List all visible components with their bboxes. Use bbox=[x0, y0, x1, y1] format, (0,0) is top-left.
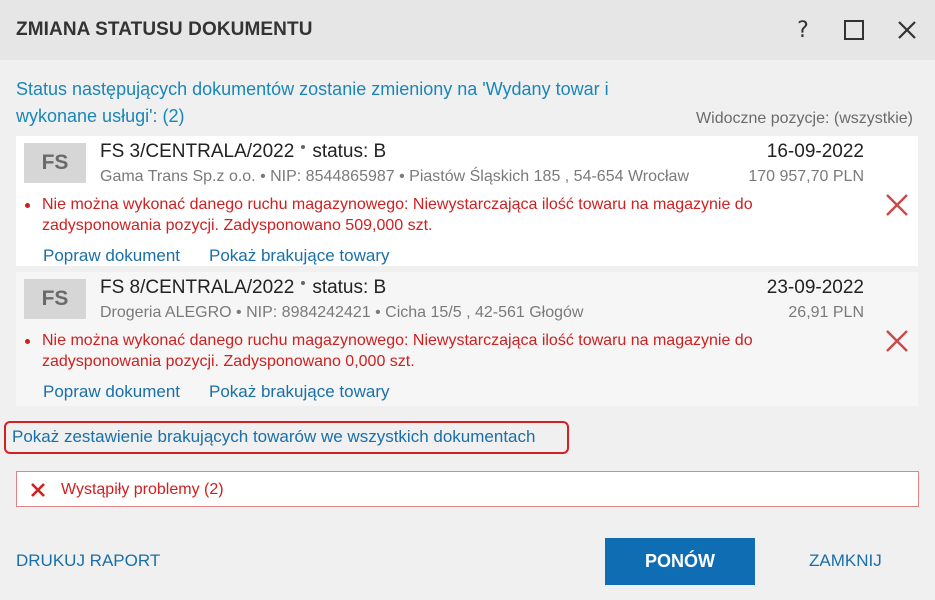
status-change-message: Status następujących dokumentów zostanie… bbox=[16, 79, 609, 126]
fix-document-link[interactable]: Popraw dokument bbox=[43, 246, 180, 266]
separator-dot bbox=[301, 280, 306, 285]
document-type-badge: FS bbox=[24, 143, 86, 183]
help-button[interactable]: ? bbox=[787, 14, 819, 46]
document-contractor-details: Drogeria ALEGRO • NIP: 8984242421 • Cich… bbox=[100, 304, 584, 321]
error-x-icon bbox=[886, 194, 908, 216]
document-status: status: B bbox=[312, 277, 387, 298]
problems-text: Wystąpiły problemy (2) bbox=[61, 481, 224, 498]
separator-dot bbox=[301, 144, 306, 149]
fix-document-link[interactable]: Popraw dokument bbox=[43, 382, 180, 402]
window-title: ZMIANA STATUSU DOKUMENTU bbox=[16, 19, 313, 40]
document-status: status: B bbox=[312, 141, 387, 162]
document-amount: 26,91 PLN bbox=[788, 304, 864, 321]
document-number: FS 8/CENTRALA/2022 bbox=[100, 277, 295, 298]
title-bar: ZMIANA STATUSU DOKUMENTU ? bbox=[0, 0, 935, 60]
document-contractor-details: Gama Trans Sp.z o.o. • NIP: 8544865987 •… bbox=[100, 168, 689, 185]
document-error-message: Nie można wykonać danego ruchu magazynow… bbox=[25, 194, 802, 236]
maximize-button[interactable] bbox=[838, 14, 870, 46]
error-x-icon bbox=[886, 330, 908, 352]
document-card: FS FS 8/CENTRALA/2022 status: B 23-09-202… bbox=[16, 272, 918, 406]
remove-document-button[interactable] bbox=[884, 192, 910, 218]
error-x-icon bbox=[31, 483, 45, 497]
close-window-button[interactable] bbox=[891, 14, 923, 46]
document-amount: 170 957,70 PLN bbox=[748, 168, 864, 185]
help-icon: ? bbox=[797, 17, 809, 43]
document-date: 16-09-2022 bbox=[766, 141, 864, 162]
document-date: 23-09-2022 bbox=[766, 277, 864, 298]
document-type-badge: FS bbox=[24, 279, 86, 319]
maximize-icon bbox=[844, 20, 864, 40]
remove-document-button[interactable] bbox=[884, 328, 910, 354]
visible-positions-label: Widoczne pozycje: (wszystkie) bbox=[696, 110, 913, 127]
document-title: FS 3/CENTRALA/2022 status: B bbox=[100, 141, 386, 163]
close-icon bbox=[898, 21, 916, 39]
document-number: FS 3/CENTRALA/2022 bbox=[100, 141, 295, 162]
retry-button[interactable]: PONÓW bbox=[605, 538, 755, 585]
show-missing-goods-link[interactable]: Pokaż brakujące towary bbox=[209, 246, 389, 266]
document-title: FS 8/CENTRALA/2022 status: B bbox=[100, 277, 386, 299]
document-card: FS FS 3/CENTRALA/2022 status: B 16-09-202… bbox=[16, 136, 918, 266]
problems-panel[interactable]: Wystąpiły problemy (2) bbox=[16, 471, 919, 507]
show-missing-goods-link[interactable]: Pokaż brakujące towary bbox=[209, 382, 389, 402]
show-missing-goods-summary-link[interactable]: Pokaż zestawienie brakujących towarów we… bbox=[4, 421, 569, 454]
print-report-button[interactable]: DRUKUJ RAPORT bbox=[16, 551, 160, 571]
close-button[interactable]: ZAMKNIJ bbox=[809, 551, 882, 571]
document-error-message: Nie można wykonać danego ruchu magazynow… bbox=[25, 330, 802, 372]
